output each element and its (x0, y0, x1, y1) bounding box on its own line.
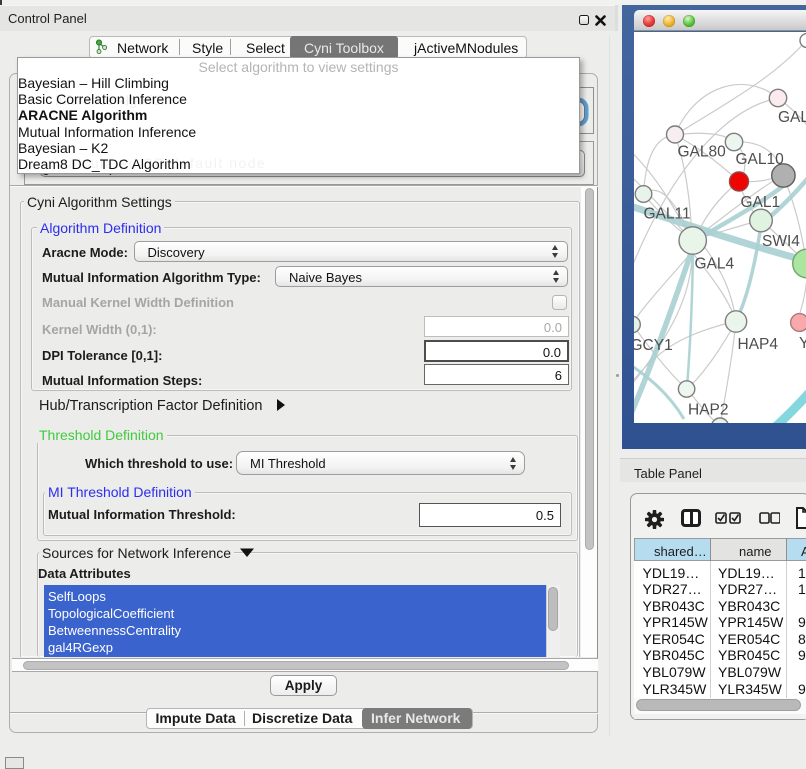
svg-text:HAP4: HAP4 (738, 336, 779, 353)
svg-text:HAP2: HAP2 (688, 401, 729, 418)
svg-text:SWI4: SWI4 (762, 233, 800, 250)
svg-text:GAL1: GAL1 (741, 194, 781, 211)
svg-text:GAL10: GAL10 (736, 151, 785, 168)
svg-text:GCY1: GCY1 (634, 337, 673, 354)
svg-text:Y: Y (799, 335, 806, 352)
svg-text:GAL7: GAL7 (778, 109, 806, 126)
svg-text:GAL11: GAL11 (644, 205, 691, 222)
svg-text:GAL4: GAL4 (695, 255, 735, 272)
svg-text:GAL80: GAL80 (678, 143, 727, 160)
